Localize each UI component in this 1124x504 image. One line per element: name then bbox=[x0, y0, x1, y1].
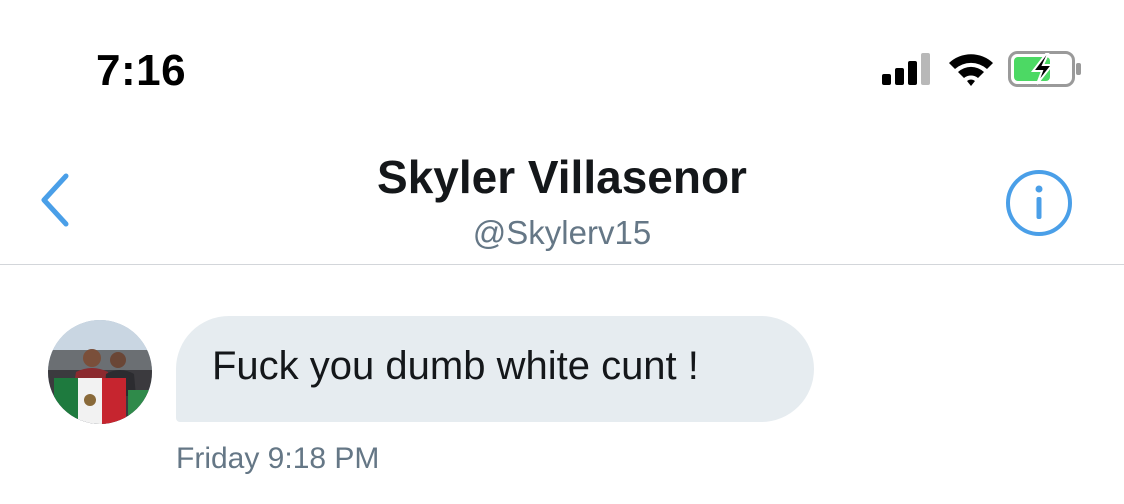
battery-charging-icon bbox=[1008, 51, 1081, 87]
message-bubble[interactable]: Fuck you dumb white cunt ! bbox=[176, 316, 814, 422]
message-text: Fuck you dumb white cunt ! bbox=[212, 344, 699, 388]
conversation-header: Skyler Villasenor @Skylerv15 bbox=[0, 130, 1124, 265]
cellular-signal-icon bbox=[882, 53, 930, 85]
info-button[interactable] bbox=[1004, 168, 1074, 238]
avatar-photo bbox=[48, 320, 152, 424]
status-time: 7:16 bbox=[96, 46, 187, 95]
contact-handle: @Skylerv15 bbox=[472, 214, 652, 251]
message-timestamp: Friday 9:18 PM bbox=[176, 442, 380, 475]
wifi-icon bbox=[949, 54, 993, 86]
contact-name: Skyler Villasenor bbox=[377, 151, 747, 203]
avatar[interactable] bbox=[48, 320, 152, 424]
status-bar: 7:16 bbox=[0, 0, 1124, 130]
